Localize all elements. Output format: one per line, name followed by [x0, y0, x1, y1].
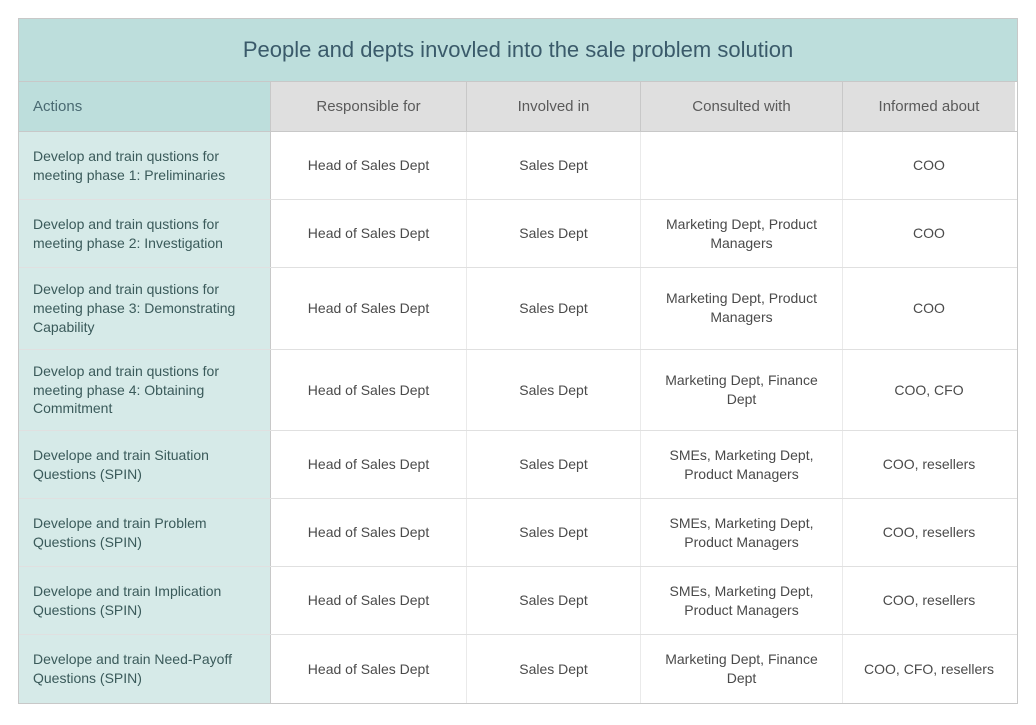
- table-row: Develop and train qustions for meeting p…: [19, 350, 1017, 432]
- cell-informed: COO, CFO, resellers: [843, 635, 1015, 703]
- cell-responsible: Head of Sales Dept: [271, 499, 467, 566]
- cell-informed: COO: [843, 200, 1015, 267]
- cell-responsible: Head of Sales Dept: [271, 200, 467, 267]
- cell-informed: COO, resellers: [843, 567, 1015, 634]
- cell-consulted: SMEs, Marketing Dept, Product Managers: [641, 567, 843, 634]
- cell-informed: COO, CFO: [843, 350, 1015, 431]
- cell-responsible: Head of Sales Dept: [271, 635, 467, 703]
- cell-action: Develop and train qustions for meeting p…: [19, 200, 271, 267]
- table-row: Develop and train qustions for meeting p…: [19, 132, 1017, 200]
- cell-responsible: Head of Sales Dept: [271, 132, 467, 199]
- cell-involved: Sales Dept: [467, 635, 641, 703]
- cell-involved: Sales Dept: [467, 268, 641, 349]
- cell-involved: Sales Dept: [467, 431, 641, 498]
- cell-action: Develope and train Situation Questions (…: [19, 431, 271, 498]
- cell-informed: COO: [843, 268, 1015, 349]
- header-informed: Informed about: [843, 82, 1015, 131]
- cell-informed: COO: [843, 132, 1015, 199]
- table-row: Develope and train Implication Questions…: [19, 567, 1017, 635]
- cell-consulted: SMEs, Marketing Dept, Product Managers: [641, 499, 843, 566]
- cell-responsible: Head of Sales Dept: [271, 567, 467, 634]
- table-row: Develope and train Need-Payoff Questions…: [19, 635, 1017, 703]
- table-row: Develop and train qustions for meeting p…: [19, 268, 1017, 350]
- cell-involved: Sales Dept: [467, 567, 641, 634]
- cell-consulted: SMEs, Marketing Dept, Product Managers: [641, 431, 843, 498]
- cell-action: Develop and train qustions for meeting p…: [19, 268, 271, 349]
- header-actions: Actions: [19, 82, 271, 131]
- cell-consulted: Marketing Dept, Product Managers: [641, 268, 843, 349]
- cell-consulted: Marketing Dept, Finance Dept: [641, 350, 843, 431]
- cell-action: Develop and train qustions for meeting p…: [19, 350, 271, 431]
- cell-involved: Sales Dept: [467, 200, 641, 267]
- cell-action: Develope and train Implication Questions…: [19, 567, 271, 634]
- header-responsible: Responsible for: [271, 82, 467, 131]
- table-row: Develope and train Problem Questions (SP…: [19, 499, 1017, 567]
- cell-action: Develope and train Need-Payoff Questions…: [19, 635, 271, 703]
- cell-consulted: [641, 132, 843, 199]
- cell-involved: Sales Dept: [467, 499, 641, 566]
- table-row: Develope and train Situation Questions (…: [19, 431, 1017, 499]
- cell-informed: COO, resellers: [843, 431, 1015, 498]
- table-header-row: Actions Responsible for Involved in Cons…: [19, 82, 1017, 132]
- raci-table: People and depts invovled into the sale …: [18, 18, 1018, 704]
- cell-involved: Sales Dept: [467, 350, 641, 431]
- header-involved: Involved in: [467, 82, 641, 131]
- table-title: People and depts invovled into the sale …: [19, 19, 1017, 82]
- cell-responsible: Head of Sales Dept: [271, 350, 467, 431]
- cell-action: Develope and train Problem Questions (SP…: [19, 499, 271, 566]
- header-consulted: Consulted with: [641, 82, 843, 131]
- cell-consulted: Marketing Dept, Finance Dept: [641, 635, 843, 703]
- cell-informed: COO, resellers: [843, 499, 1015, 566]
- cell-responsible: Head of Sales Dept: [271, 268, 467, 349]
- cell-responsible: Head of Sales Dept: [271, 431, 467, 498]
- table-row: Develop and train qustions for meeting p…: [19, 200, 1017, 268]
- cell-consulted: Marketing Dept, Product Managers: [641, 200, 843, 267]
- cell-involved: Sales Dept: [467, 132, 641, 199]
- cell-action: Develop and train qustions for meeting p…: [19, 132, 271, 199]
